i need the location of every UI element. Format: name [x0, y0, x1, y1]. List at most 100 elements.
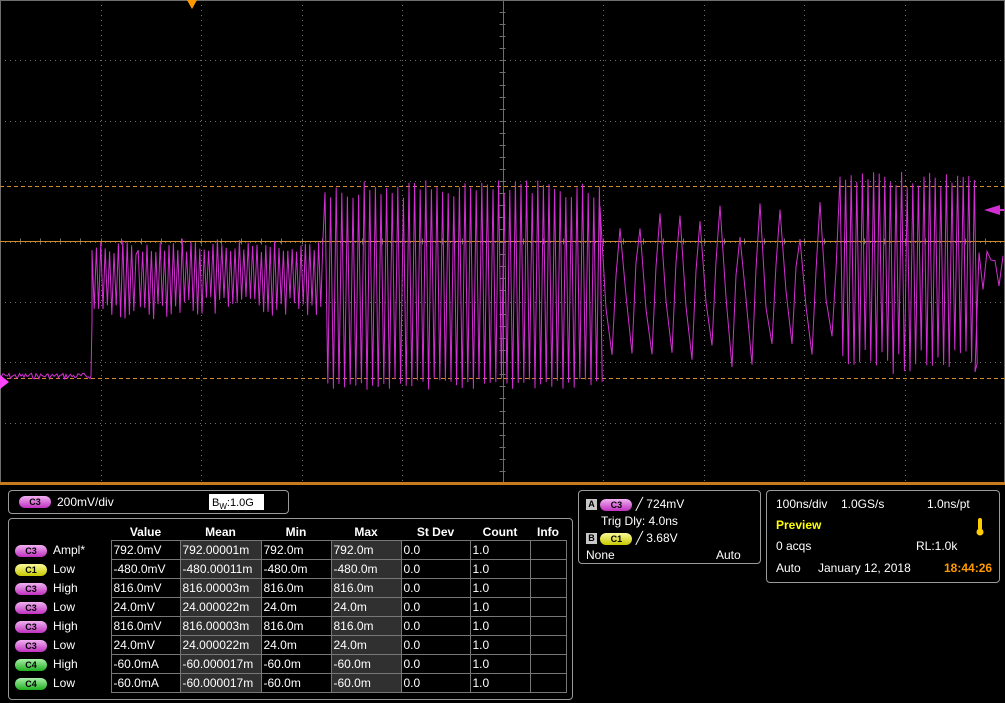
- cell-stdev: 0.0: [400, 616, 471, 636]
- cell-mean: 792.00001m: [179, 540, 262, 560]
- cell-max: 24.0m: [330, 597, 402, 617]
- cell-info: [529, 673, 567, 693]
- trigger-a-label: A: [586, 499, 597, 511]
- cell-count: 1.0: [469, 559, 531, 579]
- cell-min: 816.0m: [260, 578, 332, 598]
- cell-value: 792.0mV: [110, 540, 181, 560]
- cell-info: [529, 597, 567, 617]
- waveform-graticule: [0, 0, 1005, 483]
- col-header: Count: [482, 524, 518, 539]
- cell-value: 816.0mV: [110, 578, 181, 598]
- channel-badge[interactable]: C1: [15, 563, 47, 576]
- cell-min: 816.0m: [260, 616, 332, 636]
- measurement-type: High: [53, 619, 78, 633]
- horizontal-acquisition-box[interactable]: 100ns/div 1.0GS/s 1.0ns/pt Preview 0 acq…: [766, 490, 1000, 583]
- col-header: Value: [129, 524, 162, 539]
- measurement-type: Ampl*: [53, 543, 86, 557]
- table-row[interactable]: C3 High 816.0mV 816.00003m 816.0m 816.0m 0.0 1.…: [9, 616, 567, 636]
- channel-badge[interactable]: C3: [15, 620, 47, 633]
- channel-badge[interactable]: C3: [15, 582, 47, 595]
- table-row[interactable]: C4 High -60.0mA -60.000017m -60.0m -60.0m 0.0 1…: [9, 654, 567, 674]
- cell-value: -60.0mA: [110, 654, 181, 674]
- measurement-type: High: [53, 657, 78, 671]
- measurements-box: Value Mean Min Max St Dev Count Info C3 A…: [8, 518, 573, 700]
- col-header: St Dev: [416, 524, 455, 539]
- cell-info: [529, 616, 567, 636]
- table-row[interactable]: C3 High 816.0mV 816.00003m 816.0m 816.0m 0.0 1.…: [9, 578, 567, 598]
- cell-stdev: 0.0: [400, 559, 471, 579]
- trigger-delay: Trig Dly: 4.0ns: [601, 514, 678, 528]
- cell-max: 816.0m: [330, 616, 402, 636]
- measurement-label: C1 Low: [9, 560, 111, 579]
- trigger-a-level: 724mV: [646, 497, 685, 511]
- channel-3-trace: [0, 171, 1004, 390]
- measurement-type: High: [53, 581, 78, 595]
- channel-badge[interactable]: C3: [15, 639, 47, 652]
- measurements-table: Value Mean Min Max St Dev Count Info C3 A…: [9, 523, 567, 693]
- cell-min: 24.0m: [260, 597, 332, 617]
- cell-min: -60.0m: [260, 673, 332, 693]
- trigger-b-channel[interactable]: C1: [600, 532, 633, 545]
- trigger-b-level: 3.68V: [646, 531, 678, 545]
- cell-stdev: 0.0: [400, 673, 471, 693]
- table-row[interactable]: C1 Low -480.0mV -480.00011m -480.0m -480.0m 0.…: [9, 559, 567, 579]
- thermometer-icon: [976, 518, 984, 536]
- cell-count: 1.0: [469, 578, 531, 598]
- channel-badge[interactable]: C3: [15, 544, 47, 557]
- cell-stdev: 0.0: [400, 654, 471, 674]
- acquisition-state: Preview: [776, 518, 822, 532]
- bandwidth-limit[interactable]: BW:1.0G: [209, 494, 264, 511]
- timebase: 100ns/div: [776, 497, 828, 511]
- trigger-mode-right: Auto: [716, 548, 741, 562]
- trigger-position-icon: [187, 0, 197, 9]
- table-row[interactable]: C3 Low 24.0mV 24.000022m 24.0m 24.0m 0.0 1.0: [9, 635, 567, 655]
- cell-min: 24.0m: [260, 635, 332, 655]
- channel-settings-box[interactable]: C3 200mV/div BW:1.0G: [8, 490, 289, 514]
- cell-info: [529, 578, 567, 598]
- cell-min: 792.0m: [260, 540, 332, 560]
- measurement-label: C3 Low: [9, 636, 111, 655]
- trigger-a-channel[interactable]: C3: [600, 498, 633, 511]
- rising-edge-icon: ╱: [635, 497, 643, 511]
- cell-count: 1.0: [469, 540, 531, 560]
- trigger-mode-left: None: [586, 548, 615, 562]
- table-row[interactable]: C3 Low 24.0mV 24.000022m 24.0m 24.0m 0.0 1.0: [9, 597, 567, 617]
- cell-mean: 24.000022m: [179, 635, 262, 655]
- cell-value: -480.0mV: [110, 559, 181, 579]
- measurement-label: C4 High: [9, 655, 111, 674]
- ground-marker-icon: [0, 375, 9, 389]
- cell-info: [529, 559, 567, 579]
- cell-count: 1.0: [469, 654, 531, 674]
- table-row[interactable]: C3 Ampl* 792.0mV 792.00001m 792.0m 792.0m 0.0 1…: [9, 540, 567, 560]
- cell-mean: -60.000017m: [179, 673, 262, 693]
- col-header: Info: [537, 524, 559, 539]
- measurement-type: Low: [53, 676, 76, 690]
- cell-mean: -480.00011m: [179, 559, 262, 579]
- waveform-display[interactable]: [0, 0, 1005, 485]
- cell-info: [529, 540, 567, 560]
- status-panel: C3 200mV/div BW:1.0G Value Mean Min Max …: [0, 485, 1005, 703]
- cell-mean: 816.00003m: [179, 578, 262, 598]
- trigger-level-tick: [998, 209, 1005, 211]
- table-row[interactable]: C4 Low -60.0mA -60.000017m -60.0m -60.0m 0.0 1.…: [9, 673, 567, 693]
- channel-badge[interactable]: C3: [15, 601, 47, 614]
- acquisition-count: 0 acqs: [776, 539, 812, 553]
- sample-rate: 1.0GS/s: [841, 497, 885, 511]
- cell-mean: 24.000022m: [179, 597, 262, 617]
- time: 18:44:26: [944, 561, 993, 575]
- channel-badge[interactable]: C3: [19, 496, 51, 508]
- cell-stdev: 0.0: [400, 578, 471, 598]
- channel-badge[interactable]: C4: [15, 658, 47, 671]
- measurement-type: Low: [53, 600, 76, 614]
- cell-max: -480.0m: [330, 559, 402, 579]
- col-header: Min: [285, 524, 307, 539]
- measurement-type: Low: [53, 638, 76, 652]
- trigger-box[interactable]: A C3 ╱ 724mV Trig Dly: 4.0ns B C1 ╱ 3.68…: [578, 490, 761, 564]
- measurement-label: C3 High: [9, 579, 111, 598]
- measurement-label: C3 Low: [9, 598, 111, 617]
- channel-badge[interactable]: C4: [15, 677, 47, 690]
- acquisition-mode: Auto: [776, 561, 801, 575]
- cell-count: 1.0: [469, 597, 531, 617]
- trigger-b-label: B: [586, 533, 597, 545]
- cell-value: -60.0mA: [110, 673, 181, 693]
